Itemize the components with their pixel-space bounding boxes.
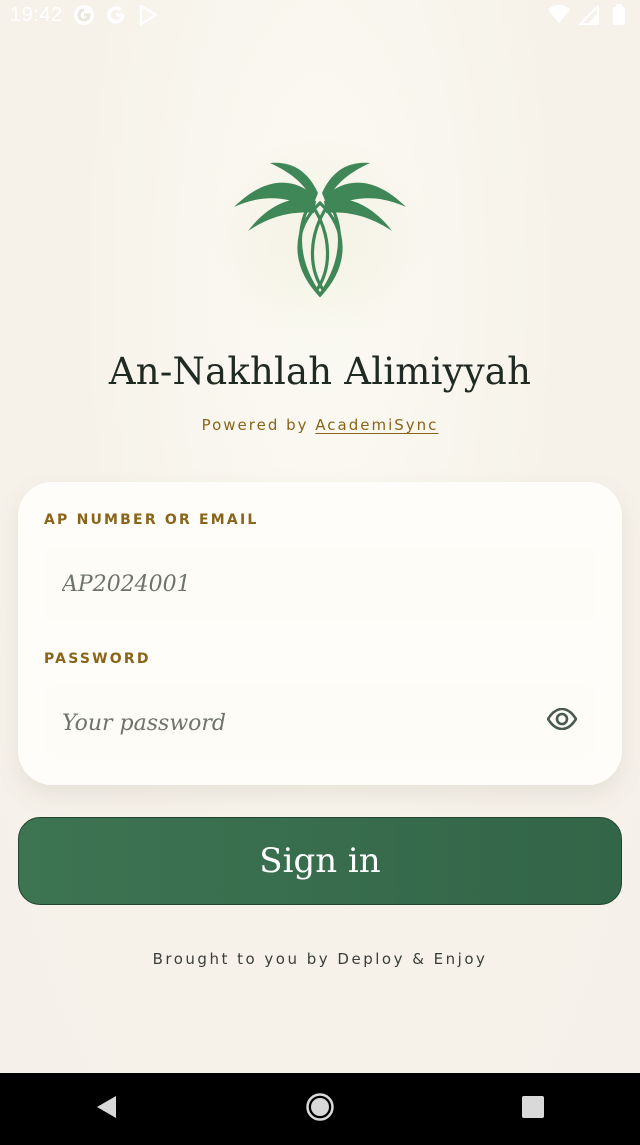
- status-bar: 19:42: [0, 0, 640, 30]
- username-input[interactable]: [42, 546, 598, 622]
- show-password-button[interactable]: [544, 707, 580, 735]
- g-circle-icon: [73, 4, 95, 26]
- login-card: AP NUMBER OR EMAIL PASSWORD: [18, 482, 622, 785]
- home-icon: [305, 1092, 335, 1126]
- battery-icon: [608, 4, 630, 26]
- palm-tree-logo-icon: [220, 145, 420, 315]
- footer-credit: Brought to you by Deploy & Enjoy: [152, 950, 488, 968]
- recents-button[interactable]: [503, 1079, 563, 1139]
- navigation-bar: [0, 1073, 640, 1145]
- password-input[interactable]: [42, 685, 598, 761]
- powered-prefix: Powered by: [201, 416, 316, 434]
- password-label: PASSWORD: [44, 651, 151, 667]
- home-button[interactable]: [290, 1079, 350, 1139]
- status-time: 19:42: [10, 3, 63, 26]
- wifi-icon: [548, 4, 570, 26]
- recents-icon: [520, 1094, 546, 1124]
- powered-by: Powered by AcademiSync: [0, 416, 640, 434]
- username-label: AP NUMBER OR EMAIL: [44, 512, 259, 528]
- google-g-icon: [105, 4, 127, 26]
- cell-signal-icon: [578, 4, 600, 26]
- back-button[interactable]: [77, 1079, 137, 1139]
- status-left: 19:42: [10, 4, 159, 27]
- eye-icon: [546, 707, 578, 734]
- academisync-link[interactable]: AcademiSync: [315, 416, 438, 434]
- status-right: [548, 4, 630, 26]
- sign-in-button[interactable]: Sign in: [18, 817, 622, 905]
- app-title: An-Nakhlah Alimiyyah: [108, 350, 532, 393]
- back-icon: [94, 1094, 120, 1124]
- play-store-icon: [137, 4, 159, 26]
